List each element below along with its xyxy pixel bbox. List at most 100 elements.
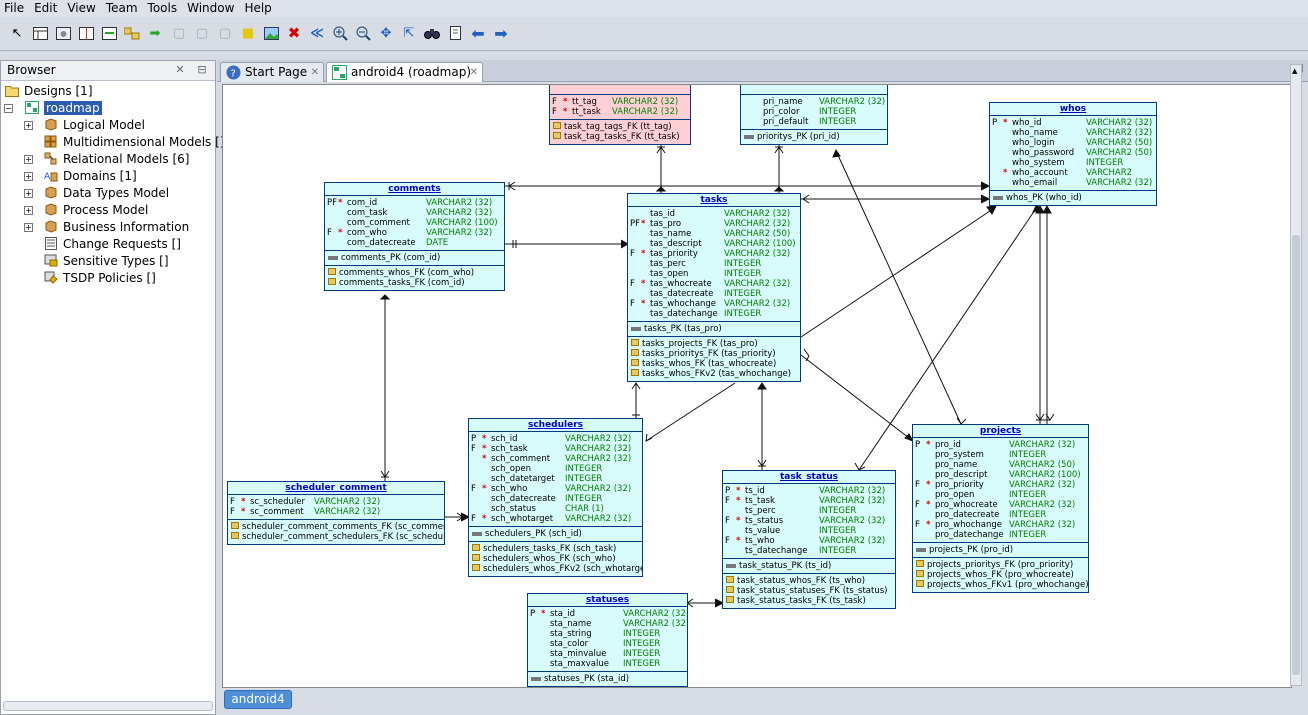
column-row[interactable]: com_comment VARCHAR2 (100) <box>325 218 504 228</box>
column-row[interactable]: pro_datecreate INTEGER <box>913 510 1088 520</box>
column-row[interactable]: P * who_id VARCHAR2 (32) <box>990 118 1156 128</box>
column-row[interactable]: tas_datecreate INTEGER <box>628 289 800 299</box>
primary-key[interactable]: whos_PK (who_id) <box>990 193 1156 203</box>
close-icon[interactable]: ✕ <box>173 63 187 77</box>
merge-icon[interactable] <box>100 24 118 42</box>
column-row[interactable]: * who_account VARCHAR2 <box>990 168 1156 178</box>
column-row[interactable]: ts_value INTEGER <box>723 526 895 536</box>
minimize-icon[interactable]: ⊟ <box>195 63 209 77</box>
column-row[interactable]: F * sch_whotarget VARCHAR2 (32) <box>469 514 642 524</box>
column-row[interactable]: pro_descript VARCHAR2 (100) <box>913 470 1088 480</box>
entity-whos[interactable]: whos P * who_id VARCHAR2 (32) who_name VARCHAR… <box>989 102 1157 206</box>
foreign-key[interactable]: task_tag_tasks_FK (tt_task) <box>550 132 690 142</box>
expand-icon[interactable]: + <box>24 189 33 198</box>
column-row[interactable]: sta_maxvalue INTEGER <box>528 659 687 669</box>
expand-icon[interactable]: + <box>24 121 33 130</box>
column-row[interactable]: sch_datetarget INTEGER <box>469 474 642 484</box>
column-row[interactable]: pri_color INTEGER <box>741 107 887 117</box>
collapse-icon[interactable]: − <box>4 104 13 113</box>
entity-prioritys[interactable]: pri_name VARCHAR2 (32) pri_color INTEGERpri… <box>740 85 888 145</box>
delete-icon[interactable]: ✖ <box>285 24 303 42</box>
close-tab-icon[interactable]: ✕ <box>470 63 478 82</box>
expand-icon[interactable]: + <box>24 172 33 181</box>
picture-icon[interactable] <box>262 24 280 42</box>
column-row[interactable]: F * tas_priority VARCHAR2 (32) <box>628 249 800 259</box>
column-row[interactable]: pro_system INTEGER <box>913 450 1088 460</box>
primary-key[interactable]: comments_PK (com_id) <box>325 253 504 263</box>
tree-item-multidimensional-models[interactable]: Multidimensional Models [] <box>44 134 224 151</box>
column-row[interactable]: F * tt_tag VARCHAR2 (32) <box>550 97 690 107</box>
column-row[interactable]: F * pro_whocreate VARCHAR2 (32) <box>913 500 1088 510</box>
foreign-key[interactable]: tasks_whos_FK (tas_whocreate) <box>628 359 800 369</box>
column-row[interactable]: F * sch_who VARCHAR2 (32) <box>469 484 642 494</box>
column-row[interactable]: tas_id VARCHAR2 (32) <box>628 209 800 219</box>
tree-item-tsdp-policies[interactable]: TSDP Policies [] <box>44 270 156 287</box>
column-row[interactable]: F * tas_whocreate VARCHAR2 (32) <box>628 279 800 289</box>
column-row[interactable]: tas_descript VARCHAR2 (100) <box>628 239 800 249</box>
menu-file[interactable]: File <box>0 0 30 17</box>
foreign-key[interactable]: task_tag_tags_FK (tt_tag) <box>550 122 690 132</box>
column-row[interactable]: P * sch_id VARCHAR2 (32) <box>469 434 642 444</box>
new-table-icon[interactable] <box>31 24 49 42</box>
primary-key[interactable]: task_status_PK (ts_id) <box>723 561 895 571</box>
column-row[interactable]: sch_open INTEGER <box>469 464 642 474</box>
column-row[interactable]: tas_perc INTEGER <box>628 259 800 269</box>
gray-icon-2[interactable]: ▢ <box>193 24 211 42</box>
entity-schedulers[interactable]: schedulers P * sch_id VARCHAR2 (32) F * sch_tas… <box>468 418 643 577</box>
foreign-key[interactable]: schedulers_tasks_FK (sch_task) <box>469 544 642 554</box>
entity-tasks[interactable]: tasks tas_id VARCHAR2 (32) PF * tas_pro VARCHA… <box>627 193 801 382</box>
diagram-canvas[interactable]: F * tt_tag VARCHAR2 (32) F * tt_task VARCHAR2 (… <box>222 84 1292 688</box>
column-row[interactable]: sch_datecreate INTEGER <box>469 494 642 504</box>
select-icon[interactable]: ↖ <box>8 24 26 42</box>
close-tab-icon[interactable]: ✕ <box>311 63 319 82</box>
new-arrow-icon[interactable]: ➡ <box>146 24 164 42</box>
foreign-key[interactable]: tasks_prioritys_FK (tas_priority) <box>628 349 800 359</box>
tree-item-roadmap[interactable]: roadmap <box>25 100 102 117</box>
back-icon[interactable]: ⬅ <box>469 24 487 43</box>
foreign-key[interactable]: scheduler_comment_comments_FK (sc_commen… <box>228 522 444 532</box>
tree-item-logical-model[interactable]: Logical Model <box>44 117 145 134</box>
column-row[interactable]: tas_open INTEGER <box>628 269 800 279</box>
tree-item-change-requests[interactable]: Change Requests [] <box>44 236 181 253</box>
tree-item-process-model[interactable]: Process Model <box>44 202 148 219</box>
column-row[interactable]: * sch_comment VARCHAR2 (32) <box>469 454 642 464</box>
column-row[interactable]: who_name VARCHAR2 (32) <box>990 128 1156 138</box>
fit-screen-icon[interactable]: ✥ <box>377 24 395 42</box>
tree-item-domains[interactable]: A Domains [1] <box>44 168 137 185</box>
column-row[interactable]: PF * com_id VARCHAR2 (32) <box>325 198 504 208</box>
column-row[interactable]: who_system INTEGER <box>990 158 1156 168</box>
column-row[interactable]: tas_name VARCHAR2 (50) <box>628 229 800 239</box>
entity-tasktags[interactable]: F * tt_tag VARCHAR2 (32) F * tt_task VARCHAR2 (… <box>549 85 691 145</box>
foreign-key[interactable]: tasks_whos_FKv2 (tas_whochange) <box>628 369 800 379</box>
entity-statuses[interactable]: statuses P * sta_id VARCHAR2 (32) sta_name VAR… <box>527 593 688 687</box>
expand-icon[interactable]: + <box>24 206 33 215</box>
primary-key[interactable]: prioritys_PK (pri_id) <box>741 132 887 142</box>
split-icon[interactable] <box>77 24 95 42</box>
foreign-key[interactable]: task_status_whos_FK (ts_who) <box>723 576 895 586</box>
menu-team[interactable]: Team <box>102 0 144 17</box>
entity-comments[interactable]: comments PF * com_id VARCHAR2 (32) com_task VA… <box>324 182 505 291</box>
scroll-up-icon[interactable]: ▲ <box>1292 67 1300 75</box>
column-row[interactable]: F * tt_task VARCHAR2 (32) <box>550 107 690 117</box>
column-row[interactable]: pri_name VARCHAR2 (32) <box>741 97 887 107</box>
column-row[interactable]: sta_minvalue INTEGER <box>528 649 687 659</box>
new-view-icon[interactable] <box>54 24 72 42</box>
fast-back-icon[interactable]: ≪ <box>308 24 326 42</box>
tree-item-relational-models[interactable]: Relational Models [6] <box>44 151 189 168</box>
column-row[interactable]: F * ts_status VARCHAR2 (32) <box>723 516 895 526</box>
column-row[interactable]: F * pro_whochange VARCHAR2 (32) <box>913 520 1088 530</box>
entity-scheduler-comment[interactable]: scheduler_comment F * sc_scheduler VARCHAR2 … <box>227 481 445 545</box>
column-row[interactable]: sta_string INTEGER <box>528 629 687 639</box>
vertical-scrollbar[interactable]: ▲ <box>1290 64 1302 686</box>
tree-item-data-types-model[interactable]: Data Types Model <box>44 185 169 202</box>
foreign-key[interactable]: projects_whos_FK (pro_whocreate) <box>913 570 1088 580</box>
column-row[interactable]: F * sch_task VARCHAR2 (32) <box>469 444 642 454</box>
column-row[interactable]: P * sta_id VARCHAR2 (32) <box>528 609 687 619</box>
foreign-key[interactable]: schedulers_whos_FKv2 (sch_whotarget) <box>469 564 642 574</box>
foreign-key[interactable]: comments_whos_FK (com_who) <box>325 268 504 278</box>
note-icon[interactable]: ■ <box>239 24 257 42</box>
foreign-key[interactable]: scheduler_comment_schedulers_FK (sc_sche… <box>228 532 444 542</box>
tab-start-page[interactable]: ? Start Page ✕ <box>220 62 324 82</box>
tab-android4[interactable]: android4 <box>224 690 292 709</box>
column-row[interactable]: sta_color INTEGER <box>528 639 687 649</box>
